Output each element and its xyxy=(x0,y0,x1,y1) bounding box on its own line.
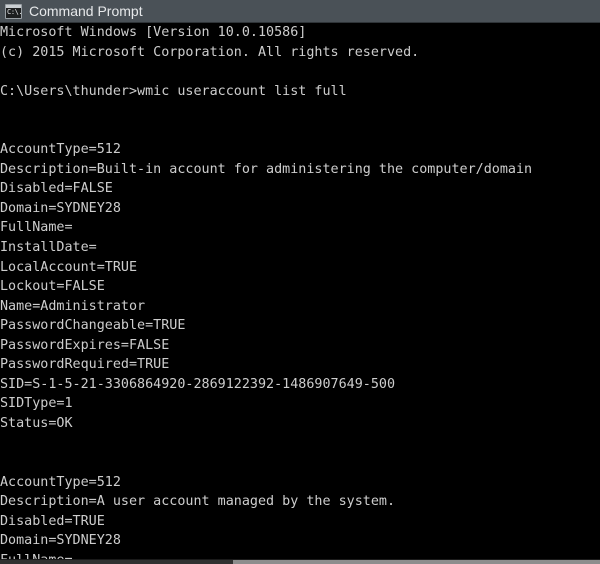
scrollbar-track[interactable] xyxy=(233,560,600,564)
command-prompt-icon: C:\. xyxy=(5,3,22,19)
command-prompt-icon-glyph: C:\. xyxy=(7,7,22,16)
window-title: Command Prompt xyxy=(29,2,143,19)
console-output-area[interactable]: Microsoft Windows [Version 10.0.10586] (… xyxy=(0,23,600,559)
title-bar[interactable]: C:\. Command Prompt xyxy=(0,0,600,23)
console-text: Microsoft Windows [Version 10.0.10586] (… xyxy=(0,25,533,559)
command-prompt-window: C:\. Command Prompt Microsoft Windows [V… xyxy=(0,0,600,564)
horizontal-scrollbar[interactable] xyxy=(0,559,600,564)
scrollbar-thumb[interactable] xyxy=(0,560,233,564)
